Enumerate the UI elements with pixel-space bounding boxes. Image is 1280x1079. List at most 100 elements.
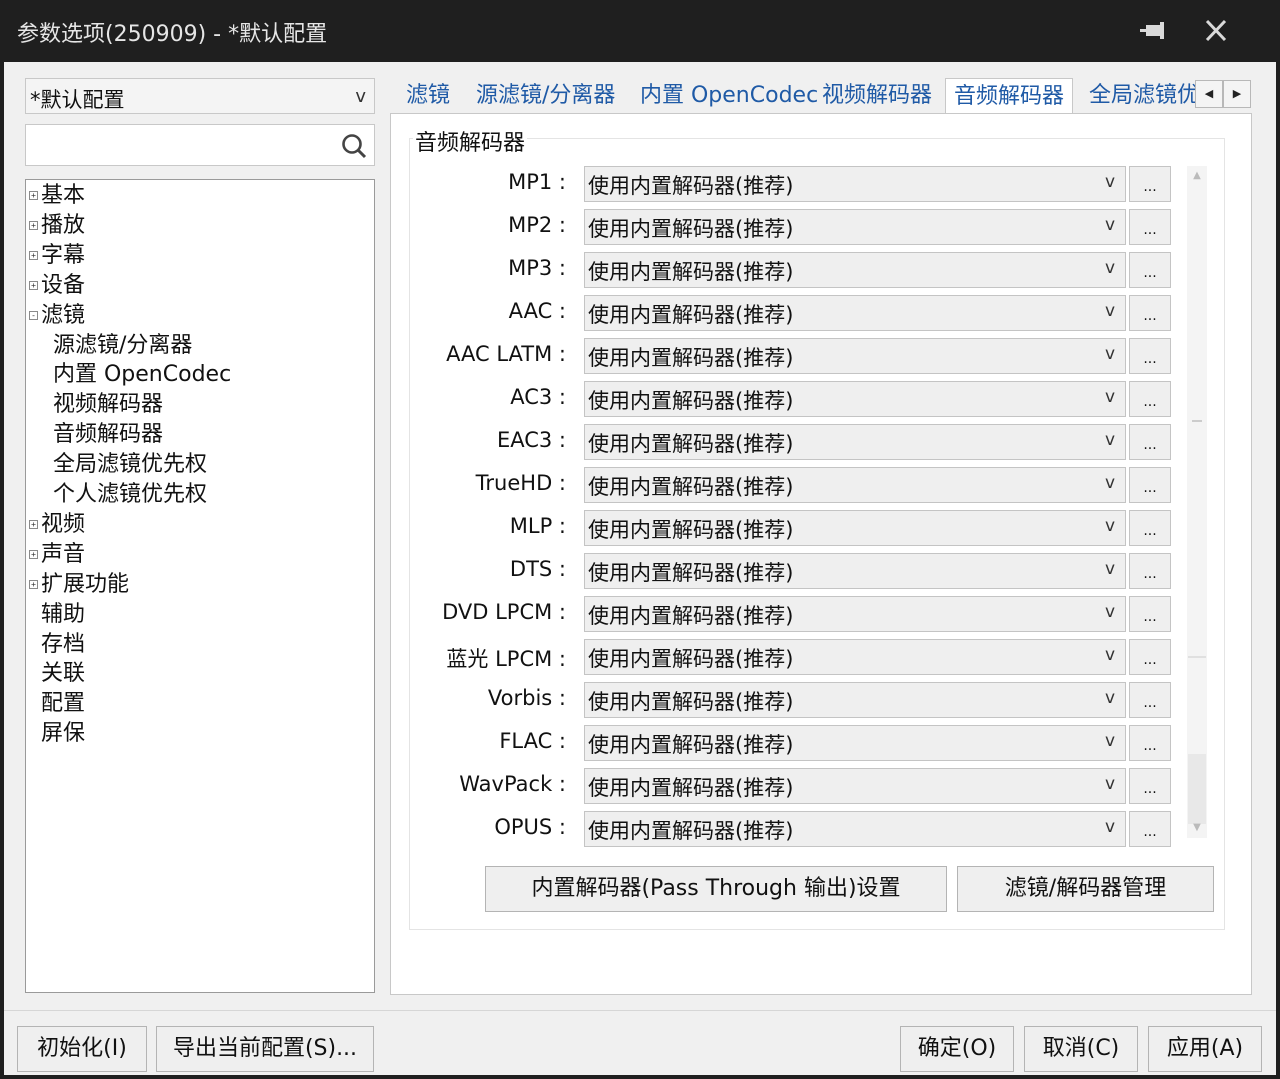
ok-button[interactable]: 确定(O): [900, 1026, 1014, 1072]
filter-manager-button[interactable]: 滤镜/解码器管理: [957, 866, 1214, 912]
decoder-row: Vorbis : 使用内置解码器(推荐) v...: [0, 682, 1180, 720]
decoder-select[interactable]: 使用内置解码器(推荐) v: [584, 209, 1126, 245]
decoder-select[interactable]: 使用内置解码器(推荐) v: [584, 295, 1126, 331]
decoder-row: 蓝光 LPCM : 使用内置解码器(推荐) v...: [0, 639, 1180, 677]
decoder-row: DTS : 使用内置解码器(推荐) v...: [0, 553, 1180, 591]
decoder-options-button[interactable]: ...: [1129, 338, 1171, 374]
decoder-row: EAC3 : 使用内置解码器(推荐) v...: [0, 424, 1180, 462]
chevron-down-icon: v: [1104, 215, 1115, 235]
initialize-button[interactable]: 初始化(I): [17, 1026, 147, 1072]
group-title: 音频解码器: [413, 125, 528, 157]
chevron-down-icon: v: [1104, 301, 1115, 321]
decoder-row: AAC LATM : 使用内置解码器(推荐) v...: [0, 338, 1180, 376]
chevron-down-icon: v: [1104, 731, 1115, 751]
decoder-select[interactable]: 使用内置解码器(推荐) v: [584, 467, 1126, 503]
decoder-format-label: AAC :: [508, 299, 566, 323]
decoder-options-button[interactable]: ...: [1129, 467, 1171, 503]
tab-audio-decoder[interactable]: 音频解码器: [945, 78, 1074, 114]
decoder-format-label: MLP :: [509, 514, 566, 538]
export-config-button[interactable]: 导出当前配置(S)...: [156, 1026, 374, 1072]
decoder-select-value: 使用内置解码器(推荐): [588, 432, 794, 456]
decoder-select[interactable]: 使用内置解码器(推荐) v: [584, 596, 1126, 632]
scroll-up-icon[interactable]: ▲: [1187, 166, 1207, 186]
chevron-down-icon: v: [1104, 344, 1115, 364]
scroll-down-icon[interactable]: ▼: [1187, 818, 1207, 838]
decoder-select-value: 使用内置解码器(推荐): [588, 647, 794, 671]
dialog-body: *默认配置 v + 基本 + 播放 + 字幕 + 设备 - 滤镜 源滤镜/分离器 内置 OpenCod…: [4, 62, 1276, 1075]
decoder-options-button[interactable]: ...: [1129, 252, 1171, 288]
decoder-select[interactable]: 使用内置解码器(推荐) v: [584, 811, 1126, 847]
decoder-format-label: AAC LATM :: [446, 342, 566, 366]
decoder-format-label: MP1 :: [508, 170, 566, 194]
title-bar[interactable]: 参数选项(250909) - *默认配置: [0, 0, 1280, 62]
profile-select[interactable]: *默认配置 v: [25, 78, 375, 114]
decoder-options-button[interactable]: ...: [1129, 381, 1171, 417]
tab-source-filters[interactable]: 源滤镜/分离器: [476, 78, 615, 114]
decoder-options-button[interactable]: ...: [1129, 553, 1171, 589]
decoder-format-label: WavPack :: [459, 772, 566, 796]
decoder-row: TrueHD : 使用内置解码器(推荐) v...: [0, 467, 1180, 505]
decoder-row: MP3 : 使用内置解码器(推荐) v...: [0, 252, 1180, 290]
decoder-select[interactable]: 使用内置解码器(推荐) v: [584, 553, 1126, 589]
decoder-format-label: FLAC :: [499, 729, 566, 753]
decoder-options-button[interactable]: ...: [1129, 295, 1171, 331]
decoder-format-label: TrueHD :: [475, 471, 566, 495]
window-title: 参数选项(250909) - *默认配置: [17, 22, 328, 47]
scrollbar-track[interactable]: [1188, 754, 1206, 824]
decoder-list: MP1 : 使用内置解码器(推荐) v... MP2 : 使用内置解码器(推荐) v...…: [0, 166, 1180, 904]
decoder-select[interactable]: 使用内置解码器(推荐) v: [584, 252, 1126, 288]
chevron-down-icon: v: [1104, 774, 1115, 794]
tab-opencodec[interactable]: 内置 OpenCodec: [640, 78, 818, 114]
decoder-select-value: 使用内置解码器(推荐): [588, 217, 794, 241]
chevron-down-icon: v: [1104, 688, 1115, 708]
decoder-select-value: 使用内置解码器(推荐): [588, 303, 794, 327]
decoder-select[interactable]: 使用内置解码器(推荐) v: [584, 166, 1126, 202]
decoder-row: MP2 : 使用内置解码器(推荐) v...: [0, 209, 1180, 247]
decoder-options-button[interactable]: ...: [1129, 811, 1171, 847]
search-icon[interactable]: [340, 132, 368, 160]
search-input[interactable]: [25, 124, 375, 166]
decoder-format-label: Vorbis :: [487, 686, 566, 710]
tab-global-filter-priority[interactable]: 全局滤镜优先权: [1087, 78, 1195, 114]
chevron-down-icon: v: [1104, 602, 1115, 622]
passthrough-settings-button[interactable]: 内置解码器(Pass Through 输出)设置: [485, 866, 947, 912]
apply-button[interactable]: 应用(A): [1148, 1026, 1262, 1072]
close-icon[interactable]: [1196, 12, 1236, 50]
chevron-down-icon: v: [1104, 387, 1115, 407]
decoder-options-button[interactable]: ...: [1129, 596, 1171, 632]
pin-icon[interactable]: [1136, 12, 1176, 50]
decoder-select-value: 使用内置解码器(推荐): [588, 389, 794, 413]
decoder-options-button[interactable]: ...: [1129, 510, 1171, 546]
decoder-options-button[interactable]: ...: [1129, 725, 1171, 761]
decoder-options-button[interactable]: ...: [1129, 209, 1171, 245]
chevron-down-icon: v: [1104, 473, 1115, 493]
tab-filters[interactable]: 滤镜: [406, 78, 450, 114]
decoder-options-button[interactable]: ...: [1129, 639, 1171, 675]
decoder-select[interactable]: 使用内置解码器(推荐) v: [584, 424, 1126, 460]
decoder-options-button[interactable]: ...: [1129, 166, 1171, 202]
tab-scroll-right-icon[interactable]: ▶: [1223, 80, 1251, 108]
decoder-select-value: 使用内置解码器(推荐): [588, 260, 794, 284]
decoder-options-button[interactable]: ...: [1129, 682, 1171, 718]
decoder-select[interactable]: 使用内置解码器(推荐) v: [584, 639, 1126, 675]
decoder-row: MP1 : 使用内置解码器(推荐) v...: [0, 166, 1180, 204]
decoder-select-value: 使用内置解码器(推荐): [588, 733, 794, 757]
decoder-list-scrollbar[interactable]: ▲ ▼: [1187, 166, 1207, 838]
decoder-select-value: 使用内置解码器(推荐): [588, 776, 794, 800]
chevron-down-icon: v: [1104, 258, 1115, 278]
decoder-select-value: 使用内置解码器(推荐): [588, 174, 794, 198]
scrollbar-thumb[interactable]: [1188, 188, 1206, 658]
decoder-select[interactable]: 使用内置解码器(推荐) v: [584, 725, 1126, 761]
tab-scroll-left-icon[interactable]: ◀: [1195, 80, 1223, 108]
decoder-select[interactable]: 使用内置解码器(推荐) v: [584, 510, 1126, 546]
decoder-format-label: MP2 :: [508, 213, 566, 237]
decoder-select[interactable]: 使用内置解码器(推荐) v: [584, 682, 1126, 718]
decoder-options-button[interactable]: ...: [1129, 424, 1171, 460]
tab-video-decoder[interactable]: 视频解码器: [822, 78, 932, 114]
decoder-select[interactable]: 使用内置解码器(推荐) v: [584, 381, 1126, 417]
decoder-options-button[interactable]: ...: [1129, 768, 1171, 804]
decoder-select[interactable]: 使用内置解码器(推荐) v: [584, 768, 1126, 804]
decoder-format-label: DVD LPCM :: [442, 600, 566, 624]
decoder-select[interactable]: 使用内置解码器(推荐) v: [584, 338, 1126, 374]
cancel-button[interactable]: 取消(C): [1024, 1026, 1138, 1072]
